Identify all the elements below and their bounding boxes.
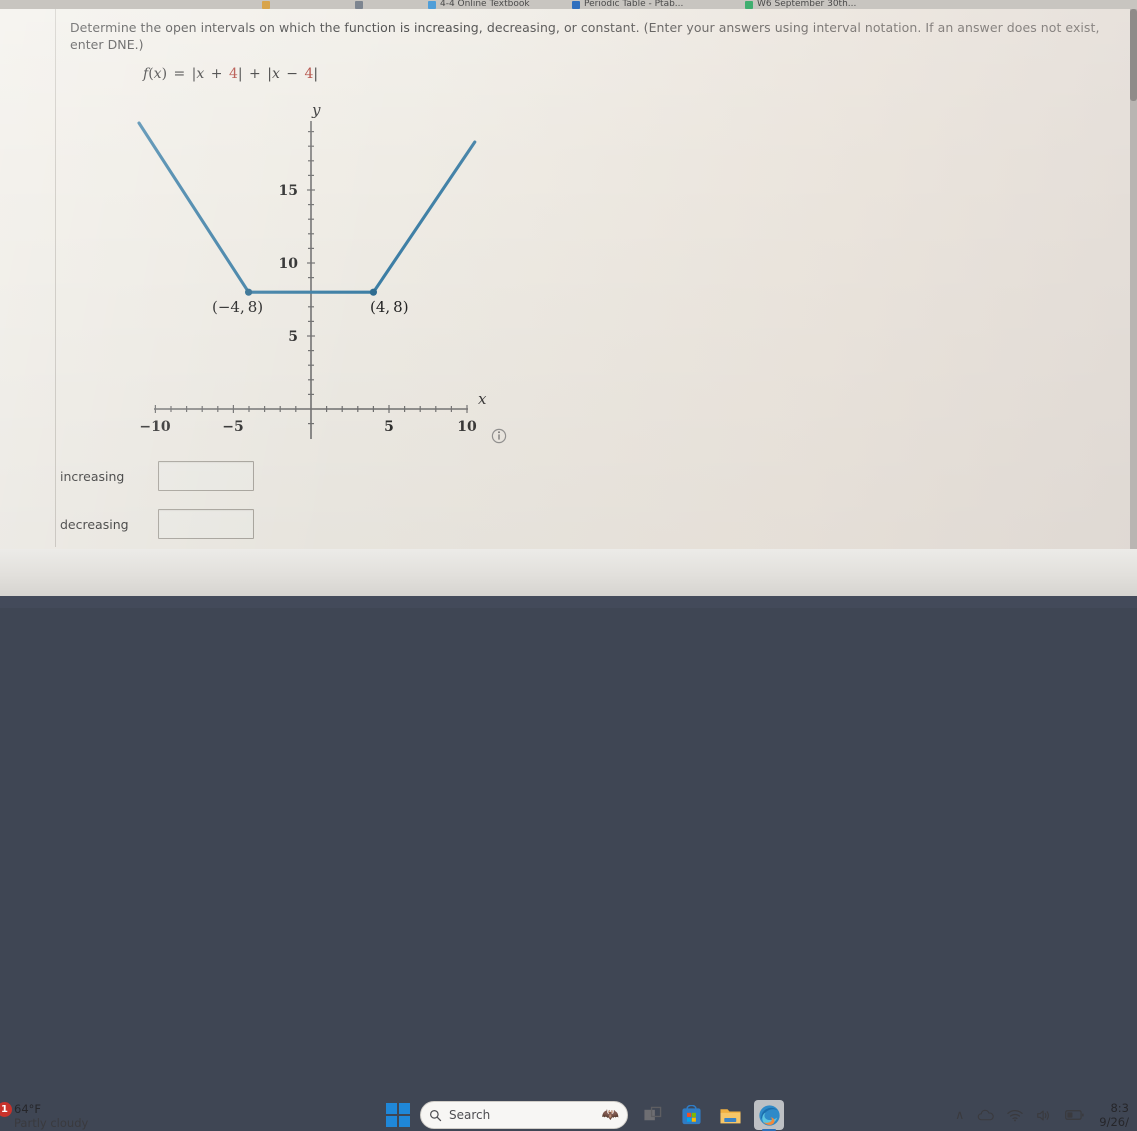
weather-condition: Partly cloudy	[14, 1116, 89, 1130]
windows-logo-icon	[399, 1116, 411, 1128]
y-axis-label: y	[311, 101, 321, 119]
file-explorer-icon	[719, 1108, 741, 1123]
answer-label-increasing: increasing	[60, 468, 125, 484]
tab-favicon	[428, 1, 436, 9]
function-formula: f(x) = |x + 4| + |x − 4|	[143, 66, 319, 82]
weather-temperature: 64°F	[14, 1102, 41, 1116]
battery-icon[interactable]	[1065, 1109, 1084, 1121]
answer-row-decreasing: decreasing	[60, 509, 254, 539]
chevron-up-icon[interactable]: ∧	[955, 1108, 964, 1122]
increasing-input[interactable]	[158, 461, 254, 491]
search-placeholder-text: Search	[449, 1108, 491, 1122]
y-axis-ticks	[307, 131, 315, 425]
x-tick-label-neg10: −10	[139, 419, 170, 435]
x-tick-label-10: 10	[457, 419, 477, 435]
browser-tab[interactable]	[355, 0, 367, 9]
function-curve	[137, 121, 477, 294]
vertex-point-left	[245, 288, 253, 296]
y-tick-label-10: 10	[279, 256, 299, 272]
page-scrollbar-thumb[interactable]	[1130, 9, 1137, 101]
tab-favicon	[355, 1, 363, 9]
windows-logo-icon	[385, 1116, 397, 1128]
weather-text: 64°F Partly cloudy	[14, 1102, 88, 1130]
tab-title: W6 September 30th...	[757, 0, 857, 9]
browser-tab[interactable]: Periodic Table - Ptab...	[572, 0, 683, 9]
taskbar-clock[interactable]: 8:3 9/26/	[1099, 1101, 1129, 1129]
exercise-page: Determine the open intervals on which th…	[0, 9, 1130, 549]
taskbar-app-task-view[interactable]	[637, 1100, 667, 1130]
taskbar-search-box[interactable]: Search 🦇	[420, 1101, 628, 1129]
search-icon	[430, 1109, 442, 1121]
volume-icon[interactable]	[1036, 1109, 1052, 1122]
weather-widget[interactable]: 1 64°F Partly cloudy	[0, 1102, 88, 1130]
function-graph: y x 15 10 5 −10 −5 5 10 (−4, 8) (4, 8)	[130, 101, 530, 451]
tab-favicon	[745, 1, 753, 9]
taskbar-app-microsoft-edge[interactable]	[754, 1100, 784, 1130]
y-tick-label-15: 15	[279, 183, 298, 199]
tab-favicon	[262, 1, 270, 9]
x-axis-label: x	[478, 390, 487, 408]
start-button[interactable]	[385, 1102, 411, 1128]
notification-badge: 1	[0, 1102, 12, 1117]
tab-favicon	[572, 1, 580, 9]
clock-date: 9/26/	[1099, 1115, 1129, 1129]
browser-tab[interactable]: 4-4 Online Textbook	[428, 0, 530, 9]
task-view-icon	[643, 1106, 661, 1120]
microsoft-edge-icon	[758, 1104, 780, 1126]
info-icon[interactable]	[491, 428, 507, 444]
emu-mascot-icon: 🦇	[601, 1107, 619, 1123]
cloud-icon[interactable]	[977, 1109, 995, 1122]
clock-time: 8:3	[1110, 1101, 1129, 1115]
system-tray: ∧ 8:3 9/26/	[955, 1101, 1129, 1129]
microsoft-store-icon	[681, 1104, 701, 1124]
y-tick-label-5: 5	[288, 329, 298, 345]
windows-logo-icon	[399, 1102, 411, 1114]
point-label-right: (4, 8)	[370, 298, 409, 316]
x-tick-label-5: 5	[384, 419, 394, 435]
x-tick-label-neg5: −5	[222, 419, 243, 435]
graph-svg: y x 15 10 5 −10 −5 5 10 (−4, 8) (4, 8)	[137, 101, 507, 444]
vertex-point-right	[369, 288, 377, 296]
browser-tab-strip: 4-4 Online Textbook Periodic Table - Pta…	[0, 0, 1137, 9]
answer-label-decreasing: decreasing	[60, 516, 129, 532]
browser-tab[interactable]	[262, 0, 274, 9]
point-label-left: (−4, 8)	[212, 298, 263, 316]
decreasing-input[interactable]	[158, 509, 254, 539]
windows-logo-icon	[385, 1102, 397, 1114]
taskbar-app-file-explorer[interactable]	[715, 1100, 745, 1130]
wifi-icon[interactable]	[1007, 1109, 1024, 1122]
taskbar-app-microsoft-store[interactable]	[676, 1100, 706, 1130]
taskbar-center-cluster: Search 🦇	[385, 1100, 784, 1130]
tab-title: 4-4 Online Textbook	[440, 0, 530, 9]
windows-taskbar: 1 64°F Partly cloudy Search 🦇 ∧ 8:3 9/26…	[0, 549, 1137, 1130]
question-prompt: Determine the open intervals on which th…	[70, 20, 1100, 52]
answer-row-increasing: increasing	[60, 461, 254, 491]
browser-tab[interactable]: W6 September 30th...	[745, 0, 856, 9]
question-left-rule	[55, 9, 56, 547]
tab-title: Periodic Table - Ptab...	[584, 0, 684, 9]
axes	[154, 121, 468, 439]
desktop-strip	[0, 596, 1137, 608]
